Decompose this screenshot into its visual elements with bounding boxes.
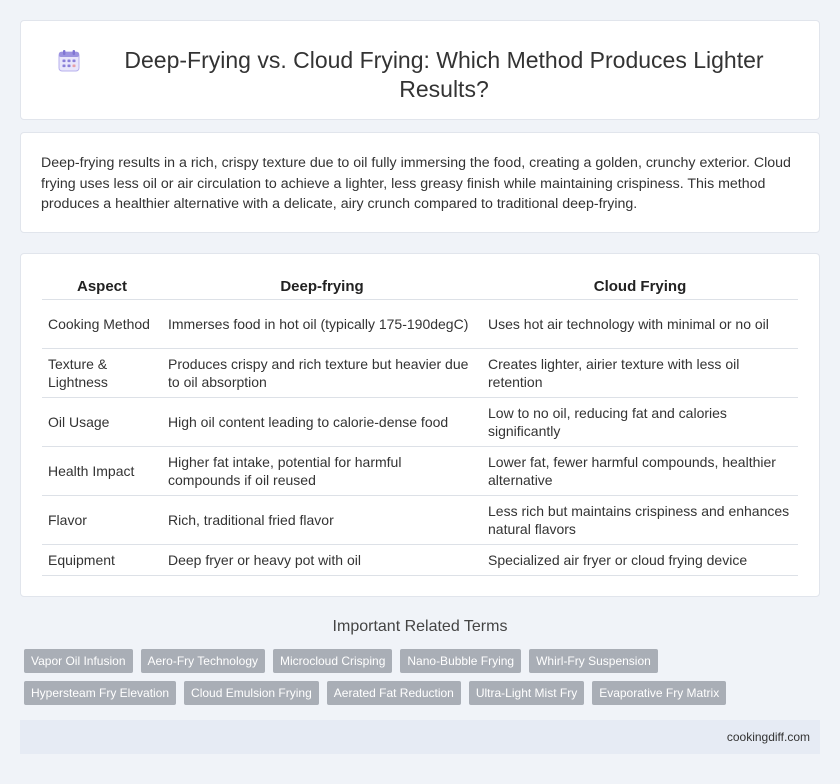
- table-cell: Uses hot air technology with minimal or …: [482, 299, 798, 349]
- table-cell: Deep fryer or heavy pot with oil: [162, 544, 482, 576]
- table-header-row: Aspect Deep-frying Cloud Frying: [42, 274, 798, 300]
- table-cell: Creates lighter, airier texture with les…: [482, 348, 798, 398]
- table-cell: Immerses food in hot oil (typically 175-…: [162, 299, 482, 349]
- header-aspect: Aspect: [42, 274, 162, 300]
- calendar-icon: [58, 50, 80, 72]
- table-row: Cooking Method Immerses food in hot oil …: [42, 299, 798, 349]
- related-term-tag[interactable]: Vapor Oil Infusion: [24, 649, 133, 673]
- table-cell: Rich, traditional fried flavor: [162, 495, 482, 545]
- table-row: Texture & Lightness Produces crispy and …: [42, 348, 798, 398]
- related-term-tag[interactable]: Hypersteam Fry Elevation: [24, 681, 177, 705]
- table-cell: Health Impact: [42, 446, 162, 496]
- intro-paragraph: Deep-frying results in a rich, crispy te…: [41, 155, 791, 212]
- table-row: Equipment Deep fryer or heavy pot with o…: [42, 544, 798, 576]
- related-term-tag[interactable]: Evaporative Fry Matrix: [592, 681, 727, 705]
- footer-site-link[interactable]: cookingdiff.com: [727, 730, 810, 744]
- related-terms-heading: Important Related Terms: [332, 618, 508, 635]
- related-terms-list: Vapor Oil Infusion Aero-Fry Technology M…: [24, 649, 824, 713]
- table-cell: Flavor: [42, 495, 162, 545]
- table-cell: Oil Usage: [42, 397, 162, 447]
- header-cloud-frying: Cloud Frying: [482, 274, 798, 300]
- title-card: Deep-Frying vs. Cloud Frying: Which Meth…: [20, 20, 820, 120]
- related-term-tag[interactable]: Aero-Fry Technology: [140, 649, 265, 673]
- table-cell: Less rich but maintains crispiness and e…: [482, 495, 798, 545]
- intro-card: Deep-frying results in a rich, crispy te…: [20, 132, 820, 233]
- table-cell: Equipment: [42, 544, 162, 576]
- table-cell: Specialized air fryer or cloud frying de…: [482, 544, 798, 576]
- table-row: Oil Usage High oil content leading to ca…: [42, 397, 798, 447]
- table-row: Flavor Rich, traditional fried flavor Le…: [42, 495, 798, 545]
- related-term-tag[interactable]: Cloud Emulsion Frying: [184, 681, 319, 705]
- comparison-table: Aspect Deep-frying Cloud Frying Cooking …: [42, 274, 798, 576]
- table-cell: Lower fat, fewer harmful compounds, heal…: [482, 446, 798, 496]
- table-cell: High oil content leading to calorie-dens…: [162, 397, 482, 447]
- table-cell: Low to no oil, reducing fat and calories…: [482, 397, 798, 447]
- comparison-card: Aspect Deep-frying Cloud Frying Cooking …: [20, 253, 820, 597]
- table-cell: Higher fat intake, potential for harmful…: [162, 446, 482, 496]
- table-cell: Texture & Lightness: [42, 348, 162, 398]
- footer: cookingdiff.com: [20, 720, 820, 754]
- related-term-tag[interactable]: Nano-Bubble Frying: [400, 649, 522, 673]
- header-deep-frying: Deep-frying: [162, 274, 482, 300]
- related-term-tag[interactable]: Microcloud Crisping: [273, 649, 393, 673]
- table-cell: Produces crispy and rich texture but hea…: [162, 348, 482, 398]
- page-title: Deep-Frying vs. Cloud Frying: Which Meth…: [124, 47, 764, 102]
- related-term-tag[interactable]: Whirl-Fry Suspension: [529, 649, 658, 673]
- table-cell: Cooking Method: [42, 299, 162, 349]
- related-term-tag[interactable]: Aerated Fat Reduction: [326, 681, 461, 705]
- table-row: Health Impact Higher fat intake, potenti…: [42, 446, 798, 496]
- related-term-tag[interactable]: Ultra-Light Mist Fry: [468, 681, 585, 705]
